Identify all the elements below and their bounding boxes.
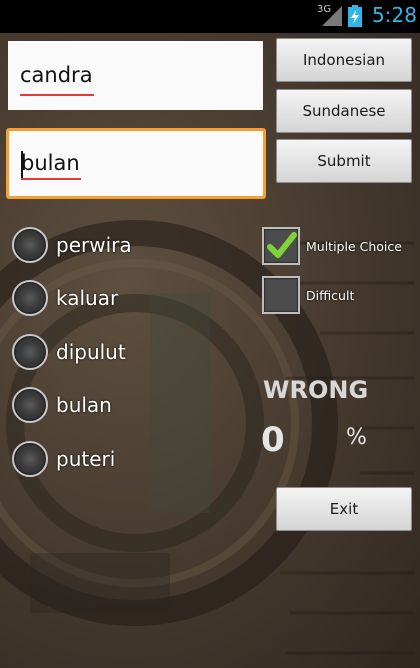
choice-option[interactable]: dipulut [12, 330, 126, 374]
signal-icon [322, 6, 342, 26]
status-bar: 3G 5:28 [0, 0, 420, 33]
spellcheck-underline [20, 91, 94, 96]
word-input-text: candra [20, 63, 93, 87]
submit-button[interactable]: Submit [276, 139, 412, 183]
radio-button[interactable] [12, 334, 48, 370]
choice-label: puteri [56, 447, 116, 471]
choice-option[interactable]: kaluar [12, 276, 118, 320]
exit-button[interactable]: Exit [276, 487, 412, 531]
radio-button[interactable] [12, 441, 48, 477]
checkmark-icon [267, 232, 297, 258]
target-language-button[interactable]: Sundanese [276, 89, 412, 133]
choice-label: bulan [56, 393, 112, 417]
battery-charging-icon [348, 5, 362, 27]
score-value: 0 [261, 420, 285, 460]
multiple-choice-option[interactable]: Multiple Choice [262, 227, 402, 265]
radio-button[interactable] [12, 227, 48, 263]
multiple-choice-label: Multiple Choice [306, 238, 402, 254]
radio-button[interactable] [12, 280, 48, 316]
source-language-button[interactable]: Indonesian [276, 38, 412, 82]
radio-button[interactable] [12, 387, 48, 423]
spellcheck-underline [21, 175, 81, 180]
difficult-label: Difficult [306, 287, 355, 303]
clock: 5:28 [372, 3, 417, 27]
multiple-choice-checkbox[interactable] [262, 227, 300, 265]
choice-option[interactable]: puteri [12, 437, 115, 481]
difficult-option[interactable]: Difficult [262, 276, 354, 314]
percent-sign: % [346, 425, 367, 450]
difficult-checkbox[interactable] [262, 276, 300, 314]
choice-label: perwira [56, 233, 132, 257]
word-input[interactable]: candra [8, 41, 263, 110]
choice-label: kaluar [56, 286, 119, 310]
result-status: WRONG [263, 376, 369, 404]
answer-input[interactable]: bulan [6, 128, 266, 199]
choice-label: dipulut [56, 340, 126, 364]
answer-input-text: bulan [21, 151, 80, 175]
choice-option[interactable]: perwira [12, 223, 132, 267]
choice-option[interactable]: bulan [12, 383, 112, 427]
